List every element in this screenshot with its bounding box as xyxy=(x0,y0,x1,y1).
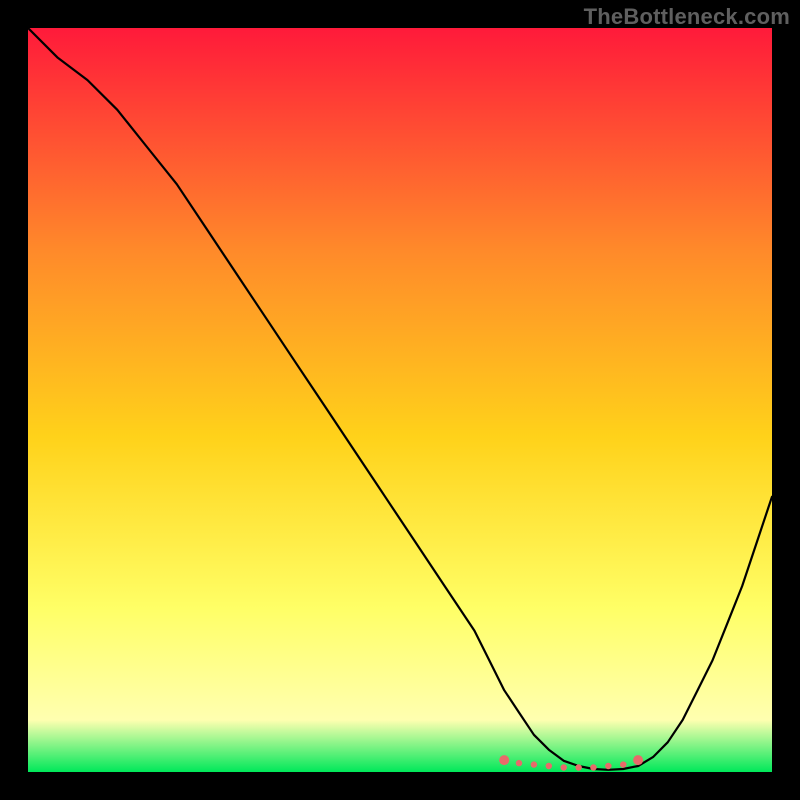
optimal-range-dot xyxy=(590,764,596,770)
optimal-range-dot xyxy=(575,764,581,770)
optimal-range-dot xyxy=(605,763,611,769)
optimal-range-dot xyxy=(516,760,522,766)
optimal-range-endpoint xyxy=(499,755,509,765)
optimal-range-dot xyxy=(620,761,626,767)
optimal-range-dot xyxy=(561,764,567,770)
watermark-text: TheBottleneck.com xyxy=(584,4,790,30)
chart-svg xyxy=(28,28,772,772)
plot-area xyxy=(28,28,772,772)
chart-frame: TheBottleneck.com xyxy=(0,0,800,800)
optimal-range-dot xyxy=(531,761,537,767)
optimal-range-endpoint xyxy=(633,755,643,765)
optimal-range-dot xyxy=(546,763,552,769)
